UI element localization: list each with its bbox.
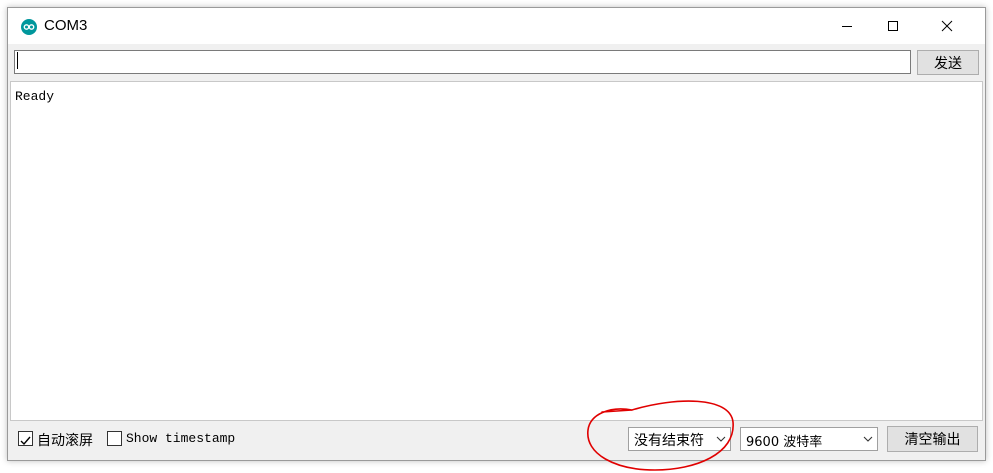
clear-output-button[interactable]: 清空输出: [887, 426, 978, 452]
chevron-down-icon: [716, 436, 726, 442]
text-caret: [17, 52, 18, 69]
output-line: Ready: [15, 89, 55, 104]
autoscroll-checkbox[interactable]: [18, 431, 33, 446]
maximize-button[interactable]: [870, 8, 916, 44]
maximize-icon: [888, 21, 898, 31]
timestamp-checkbox[interactable]: [107, 431, 122, 446]
baud-rate-select[interactable]: 9600 波特率: [740, 427, 878, 451]
timestamp-label[interactable]: Show timestamp: [126, 431, 235, 446]
title-bar[interactable]: COM3: [8, 8, 985, 44]
send-button[interactable]: 发送: [917, 50, 979, 75]
chevron-down-icon: [863, 436, 873, 442]
send-row: 发送: [14, 49, 979, 77]
window-title: COM3: [44, 17, 88, 34]
serial-output[interactable]: Ready: [10, 81, 983, 421]
close-icon: [941, 20, 953, 32]
checkmark-icon: [20, 436, 31, 446]
arduino-icon: [21, 19, 37, 35]
line-ending-select[interactable]: 没有结束符: [628, 427, 731, 451]
minimize-button[interactable]: [824, 8, 870, 44]
serial-monitor-window: COM3 发送 Ready 自动滚屏 Show timestamp 没有结束符 …: [7, 7, 986, 461]
autoscroll-label[interactable]: 自动滚屏: [37, 430, 93, 450]
minimize-icon: [842, 26, 852, 27]
baud-rate-value: 9600 波特率: [746, 435, 823, 450]
close-button[interactable]: [924, 8, 970, 44]
send-input[interactable]: [14, 50, 911, 74]
status-bar: 自动滚屏 Show timestamp 没有结束符 9600 波特率 清空输出: [8, 421, 985, 459]
line-ending-value: 没有结束符: [634, 433, 704, 449]
